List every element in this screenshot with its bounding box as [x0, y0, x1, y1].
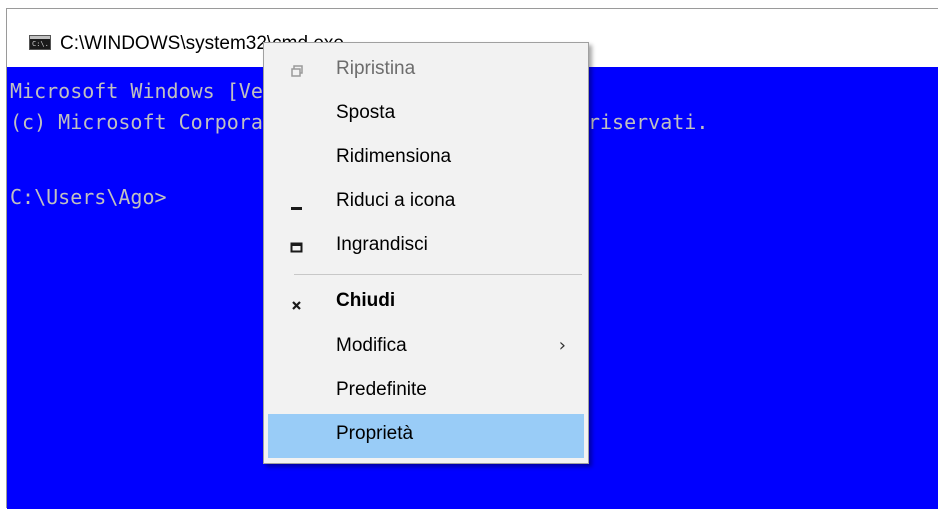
- menu-item-label: Ingrandisci: [336, 234, 428, 255]
- menu-item-predefinite[interactable]: Predefinite: [268, 370, 584, 414]
- menu-item-label: Ripristina: [336, 58, 416, 79]
- console-prompt: C:\Users\Ago>: [10, 185, 167, 209]
- menu-item-ingrandisci[interactable]: Ingrandisci: [268, 225, 584, 269]
- cmd-icon[interactable]: C:\.: [29, 35, 51, 50]
- restore-icon: [282, 49, 312, 93]
- menu-item-label: Riduci a icona: [336, 190, 456, 211]
- menu-item-label: Predefinite: [336, 379, 427, 400]
- menu-item-label: Chiudi: [336, 290, 396, 311]
- menu-item-modifica[interactable]: Modifica ›: [268, 326, 584, 370]
- menu-item-label: Modifica: [336, 335, 407, 356]
- menu-item-sposta[interactable]: Sposta: [268, 93, 584, 137]
- cmd-icon-text: C:\.: [32, 40, 49, 48]
- system-context-menu: Ripristina Sposta Ridimensiona Riduci a …: [263, 42, 589, 464]
- menu-separator: [294, 274, 582, 275]
- maximize-icon: [282, 225, 312, 269]
- minimize-icon: [282, 181, 312, 225]
- menu-item-ripristina[interactable]: Ripristina: [268, 49, 584, 93]
- menu-item-label: Ridimensiona: [336, 146, 452, 167]
- menu-item-riduci-a-icona[interactable]: Riduci a icona: [268, 181, 584, 225]
- menu-item-ridimensiona[interactable]: Ridimensiona: [268, 137, 584, 181]
- menu-item-label: Sposta: [336, 102, 396, 123]
- menu-item-proprieta[interactable]: Proprietà: [268, 414, 584, 458]
- menu-item-label: Proprietà: [336, 423, 414, 444]
- close-icon: [282, 281, 312, 325]
- submenu-arrow-icon: ›: [558, 335, 566, 356]
- menu-item-chiudi[interactable]: Chiudi: [268, 281, 584, 325]
